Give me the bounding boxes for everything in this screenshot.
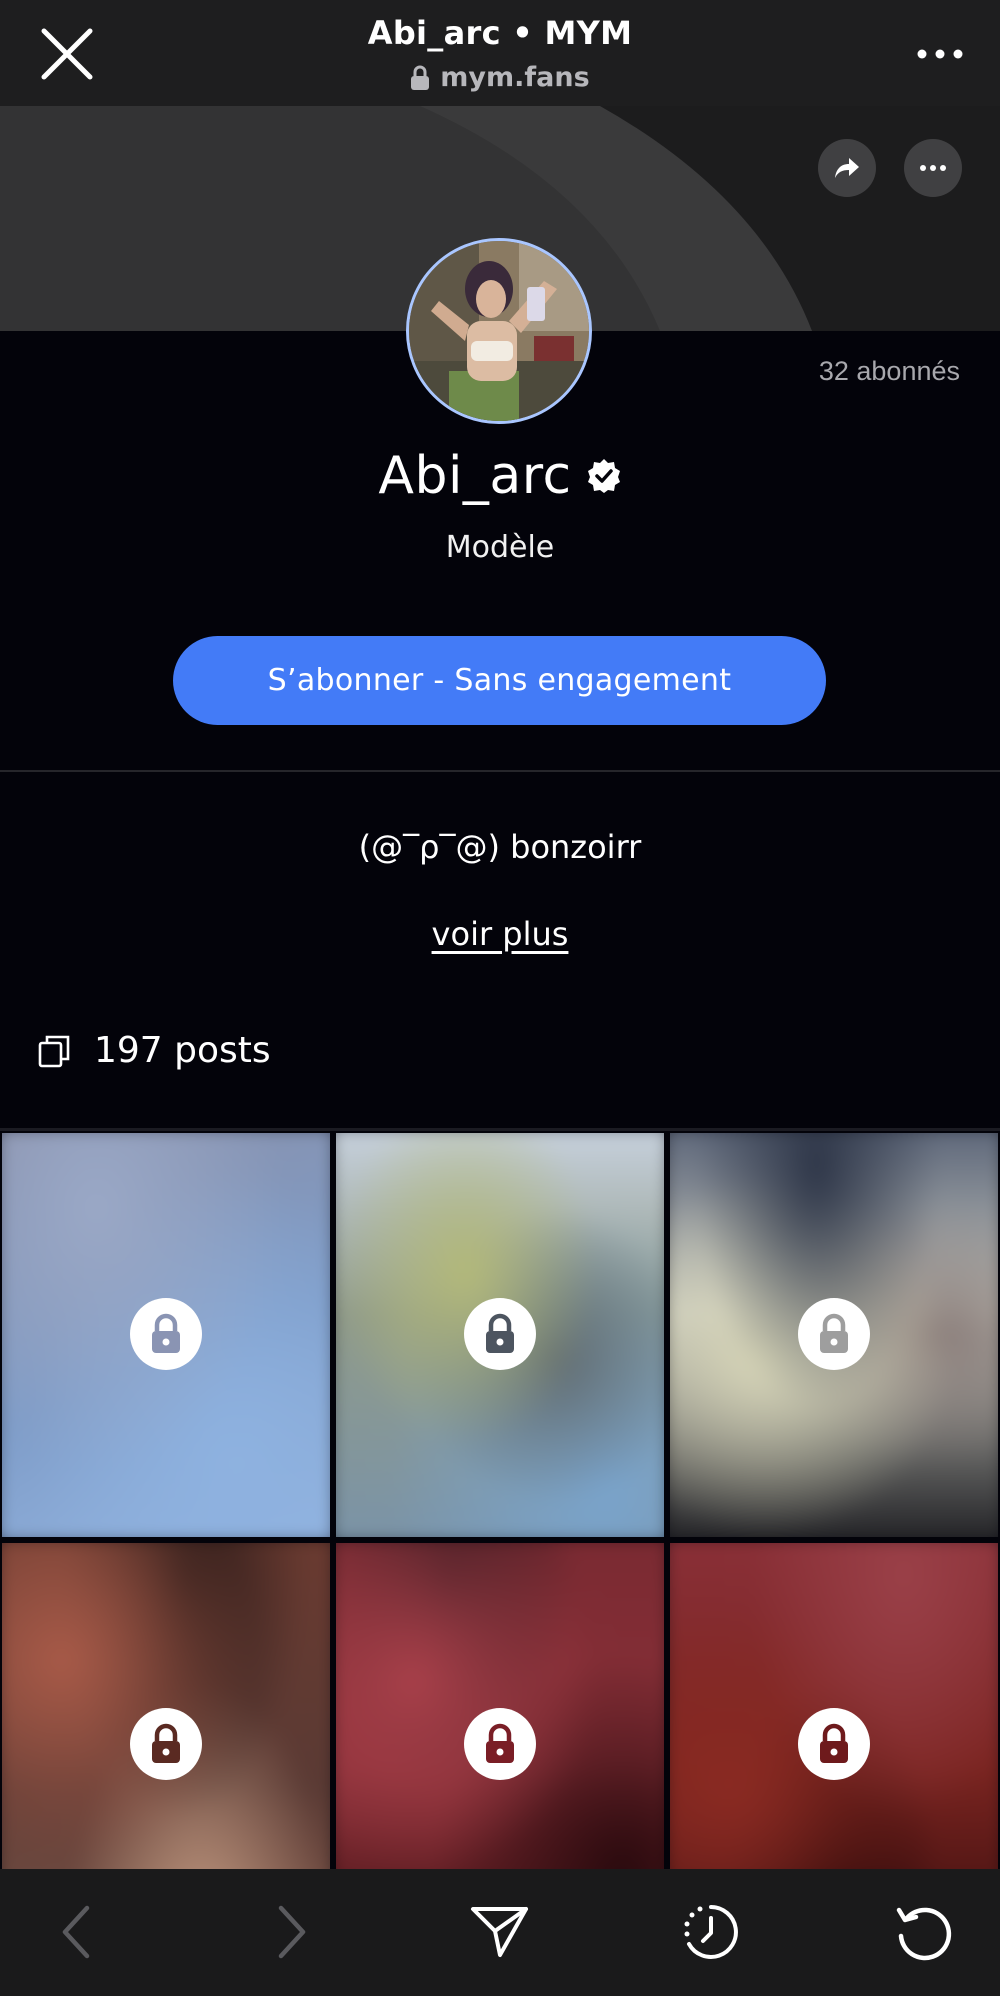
more-options-icon[interactable]: [910, 34, 970, 74]
see-more-link[interactable]: voir plus: [0, 915, 1000, 953]
profile-more-button[interactable]: [904, 139, 962, 197]
lock-icon: [411, 65, 430, 90]
post-tile[interactable]: [2, 1543, 330, 1871]
posts-count: 197 posts: [94, 1030, 271, 1071]
back-icon: [62, 1905, 90, 1959]
post-tile[interactable]: [2, 1133, 330, 1537]
reload-button[interactable]: [888, 1897, 958, 1967]
share-icon: [835, 158, 859, 178]
forward-icon: [278, 1905, 306, 1959]
share-button[interactable]: [818, 139, 876, 197]
more-icon: [920, 165, 946, 171]
browser-bottom-toolbar: [0, 1869, 1000, 1996]
posts-count-row: 197 posts: [38, 1030, 271, 1071]
page-title: Abi_arc • MYM: [367, 14, 633, 52]
locked-badge: [464, 1298, 536, 1370]
subscriber-count: 32 abonnés: [818, 356, 960, 386]
post-tile[interactable]: [336, 1133, 664, 1537]
posts-stack-icon: [38, 1035, 70, 1067]
subscribe-button[interactable]: S’abonner - Sans engagement: [173, 636, 826, 725]
avatar[interactable]: [406, 238, 592, 424]
locked-badge: [464, 1708, 536, 1780]
divider: [0, 770, 1000, 772]
back-button[interactable]: [42, 1897, 112, 1967]
history-icon: [684, 1905, 738, 1959]
profile-bio: (@‾ρ‾@) bonzoirr: [358, 828, 642, 866]
lock-icon: [820, 1723, 848, 1763]
share-button[interactable]: [465, 1897, 535, 1967]
url-text: mym.fans: [440, 62, 590, 93]
url-display[interactable]: mym.fans: [300, 62, 700, 93]
locked-badge: [130, 1298, 202, 1370]
lock-icon: [486, 1723, 514, 1763]
reload-icon: [896, 1907, 952, 1961]
locked-badge: [798, 1708, 870, 1780]
locked-badge: [130, 1708, 202, 1780]
lock-icon: [152, 1313, 180, 1353]
post-tile[interactable]: [670, 1543, 998, 1871]
locked-badge: [798, 1298, 870, 1370]
post-tile[interactable]: [670, 1133, 998, 1537]
close-icon[interactable]: [38, 28, 96, 80]
profile-role: Modèle: [445, 530, 555, 565]
send-icon: [471, 1907, 528, 1957]
lock-icon: [152, 1723, 180, 1763]
browser-top-bar: Abi_arc • MYM mym.fans: [0, 0, 1000, 106]
posts-grid: [0, 1131, 1000, 1871]
forward-button[interactable]: [256, 1897, 326, 1967]
profile-name-row: Abi_arc: [0, 446, 1000, 506]
lock-icon: [486, 1313, 514, 1353]
verified-icon: [587, 459, 620, 493]
avatar-image: [409, 241, 589, 421]
lock-icon: [820, 1313, 848, 1353]
post-tile[interactable]: [336, 1543, 664, 1871]
profile-name: Abi_arc: [378, 446, 572, 506]
history-button[interactable]: [676, 1897, 746, 1967]
